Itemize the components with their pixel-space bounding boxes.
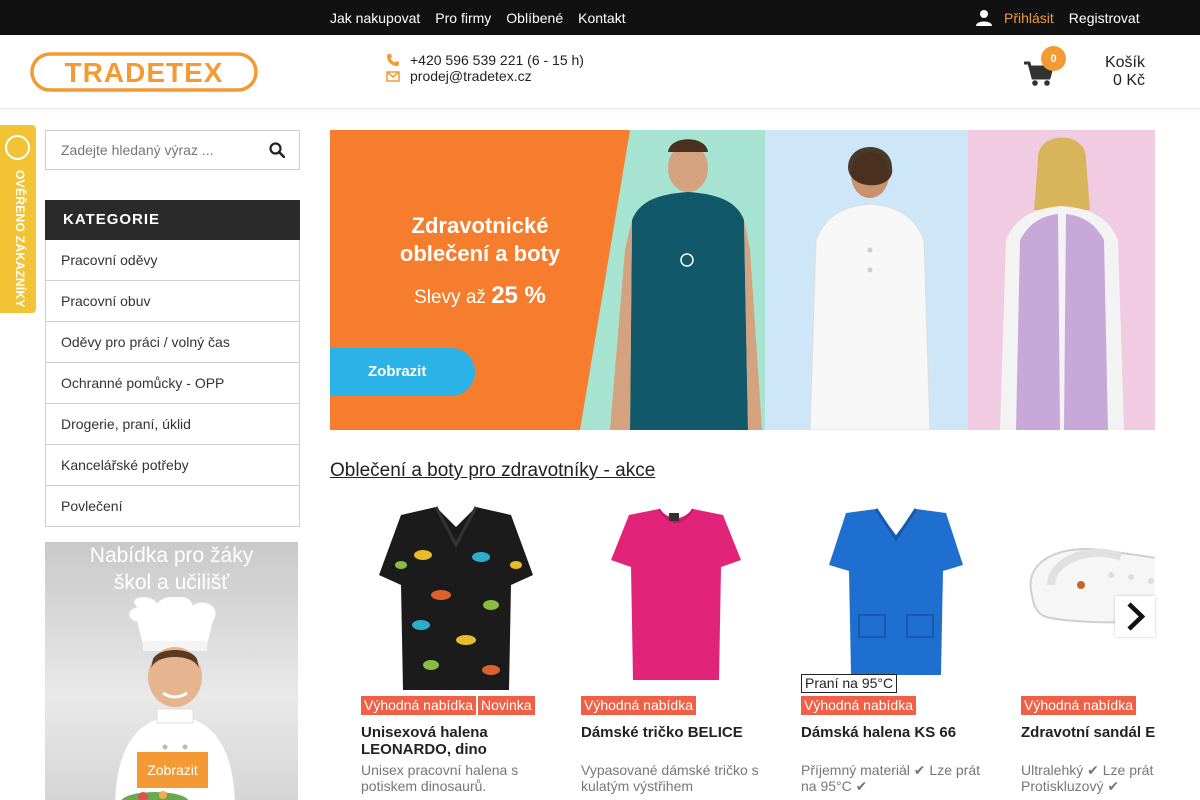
envelope-icon bbox=[386, 71, 400, 82]
students-promo-banner[interactable]: Nabídka pro žáky škol a učilišť Zobrazit bbox=[45, 542, 298, 800]
svg-text:TRADETEX: TRADETEX bbox=[65, 57, 224, 88]
promo-title: Nabídka pro žáky škol a učilišť bbox=[45, 542, 298, 596]
register-link[interactable]: Registrovat bbox=[1069, 10, 1140, 26]
email-address[interactable]: prodej@tradetex.cz bbox=[410, 68, 532, 84]
product-description: Příjemný materiál ✔ Lze prát na 95°C ✔ bbox=[801, 762, 981, 794]
category-item-office[interactable]: Kancelářské potřeby bbox=[46, 445, 299, 486]
cart-count-badge: 0 bbox=[1041, 46, 1066, 71]
verified-badge-text: OVĚŘENO ZÁKAZNÍKY bbox=[13, 170, 27, 308]
tag-good-offer: Výhodná nabídka bbox=[581, 696, 696, 715]
hero-discount-value: 25 % bbox=[491, 282, 546, 309]
hero-text: Zdravotnické oblečení a boty Slevy až 25… bbox=[330, 212, 630, 310]
product-description: Unisex pracovní halena s potiskem dinosa… bbox=[361, 762, 519, 794]
tag-good-offer: Výhodná nabídka bbox=[1021, 696, 1136, 715]
cart-widget[interactable]: 0 Košík 0 Kč bbox=[1024, 45, 1154, 105]
user-icon[interactable] bbox=[975, 9, 993, 27]
tag-new: Novinka bbox=[477, 696, 535, 715]
category-item-work-clothing[interactable]: Pracovní oděvy bbox=[46, 240, 299, 281]
top-bar: Jak nakupovat Pro firmy Oblíbené Kontakt… bbox=[0, 0, 1200, 35]
phone-row: +420 596 539 221 (6 - 15 h) bbox=[386, 52, 584, 68]
cart-label: Košík bbox=[1104, 54, 1145, 71]
top-nav: Jak nakupovat Pro firmy Oblíbené Kontakt bbox=[330, 0, 641, 35]
hero-line2: oblečení a boty bbox=[399, 241, 561, 266]
nav-link-contact[interactable]: Kontakt bbox=[578, 10, 625, 26]
promo-show-button[interactable]: Zobrazit bbox=[137, 752, 208, 788]
hero-discount-prefix: Slevy až bbox=[414, 287, 486, 308]
chevron-right-icon bbox=[1127, 602, 1146, 631]
product-tags: Výhodná nabídka Novinka bbox=[361, 696, 537, 715]
product-tags: Výhodná nabídka bbox=[1021, 696, 1138, 715]
cart-total: 0 Kč bbox=[1112, 72, 1145, 89]
section-title-link[interactable]: Oblečení a boty pro zdravotníky - akce bbox=[330, 460, 655, 482]
search-box bbox=[45, 130, 300, 170]
promo-title-line1: Nabídka pro žáky bbox=[89, 544, 254, 567]
phone-icon bbox=[387, 54, 399, 66]
tag-good-offer: Výhodná nabídka bbox=[801, 696, 916, 715]
verified-seal-icon bbox=[5, 135, 30, 160]
hero-discount: Slevy až 25 % bbox=[330, 282, 630, 310]
product-name[interactable]: Dámské tričko BELICE bbox=[581, 724, 771, 741]
nav-link-for-companies[interactable]: Pro firmy bbox=[435, 10, 491, 26]
product-name[interactable]: Zdravotní sandál E bbox=[1021, 724, 1155, 741]
search-input[interactable] bbox=[46, 131, 256, 169]
product-image[interactable] bbox=[581, 505, 771, 690]
tag-good-offer: Výhodná nabídka bbox=[361, 696, 476, 715]
category-list: Pracovní oděvy Pracovní obuv Oděvy pro p… bbox=[45, 240, 300, 527]
tradetex-logo[interactable]: TRADETEX bbox=[30, 52, 258, 92]
contact-info: +420 596 539 221 (6 - 15 h) prodej@trade… bbox=[386, 52, 584, 84]
category-item-protective[interactable]: Ochranné pomůcky - OPP bbox=[46, 363, 299, 404]
category-item-bedding[interactable]: Povlečení bbox=[46, 486, 299, 527]
nav-link-how-to-buy[interactable]: Jak nakupovat bbox=[330, 10, 420, 26]
product-image[interactable] bbox=[801, 505, 991, 690]
categories-heading: KATEGORIE bbox=[45, 200, 300, 240]
product-card[interactable]: Výhodná nabídka Novinka Unisexová halena… bbox=[361, 500, 551, 800]
carousel-next-button[interactable] bbox=[1115, 596, 1155, 637]
cart-summary: Košík 0 Kč bbox=[1105, 54, 1145, 90]
search-icon[interactable] bbox=[269, 142, 285, 158]
nav-link-favorites[interactable]: Oblíbené bbox=[506, 10, 563, 26]
email-row: prodej@tradetex.cz bbox=[386, 68, 584, 84]
header: TRADETEX +420 596 539 221 (6 - 15 h) pro… bbox=[0, 35, 1200, 109]
phone-number[interactable]: +420 596 539 221 (6 - 15 h) bbox=[410, 52, 584, 68]
category-item-drugstore[interactable]: Drogerie, praní, úklid bbox=[46, 404, 299, 445]
product-card[interactable]: Praní na 95°C Výhodná nabídka Dámská hal… bbox=[801, 500, 991, 800]
product-name[interactable]: Unisexová halena LEONARDO, dino bbox=[361, 724, 551, 758]
product-image[interactable] bbox=[361, 505, 551, 690]
user-box: Přihlásit Registrovat bbox=[975, 0, 1140, 35]
product-name[interactable]: Dámská halena KS 66 bbox=[801, 724, 991, 741]
category-item-work-leisure[interactable]: Oděvy pro práci / volný čas bbox=[46, 322, 299, 363]
category-item-work-footwear[interactable]: Pracovní obuv bbox=[46, 281, 299, 322]
hero-show-button[interactable]: Zobrazit bbox=[330, 348, 475, 396]
verified-customers-badge[interactable]: OVĚŘENO ZÁKAZNÍKY bbox=[0, 125, 36, 313]
product-description: Vypasované dámské tričko s kulatým výstř… bbox=[581, 762, 759, 794]
product-carousel: Výhodná nabídka Novinka Unisexová halena… bbox=[330, 500, 1155, 800]
product-card[interactable]: Výhodná nabídka Zdravotní sandál E Ultra… bbox=[1021, 500, 1155, 800]
product-card[interactable]: Výhodná nabídka Dámské tričko BELICE Vyp… bbox=[581, 500, 771, 800]
product-tags: Výhodná nabídka bbox=[581, 696, 698, 715]
product-description: Ultralehký ✔ Lze prát Protiskluzový ✔ bbox=[1021, 762, 1154, 794]
login-link[interactable]: Přihlásit bbox=[1004, 10, 1054, 26]
product-tags: Výhodná nabídka bbox=[801, 696, 918, 715]
promo-title-line2: škol a učilišť bbox=[113, 571, 230, 594]
hero-line1: Zdravotnické bbox=[411, 213, 549, 238]
wash-95-tag: Praní na 95°C bbox=[801, 674, 898, 693]
hero-banner[interactable]: Zdravotnické oblečení a boty Slevy až 25… bbox=[330, 130, 1155, 430]
